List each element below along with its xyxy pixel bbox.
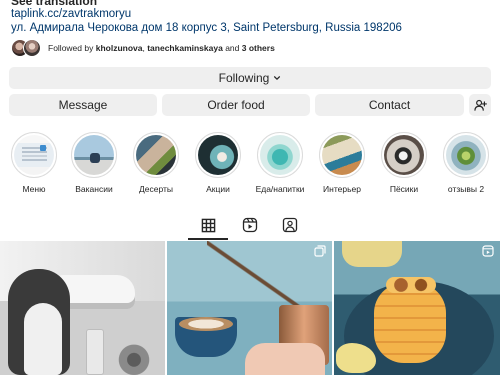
highlight-reviews-2[interactable]: отзывы 2 [435,132,497,194]
highlight-ring [133,132,179,178]
bio-link[interactable]: taplink.cc/zavtrakmoryu [11,7,131,21]
highlight-label: Меню [22,184,46,194]
highlight-cover [136,135,176,175]
followed-by-prefix: Followed by [48,43,96,53]
highlight-label: Акции [206,184,230,194]
contact-button[interactable]: Contact [315,94,464,116]
reels-icon [242,217,258,233]
post-thumbnail[interactable] [167,241,332,375]
post-image-part [110,337,158,375]
follower-username[interactable]: kholzunova [96,43,143,53]
post-image-part [374,283,446,363]
highlight-label: Еда/напитки [255,184,305,194]
highlight-cover [260,135,300,175]
highlight-ring [71,132,117,178]
followed-by-connector: and [222,43,242,53]
story-highlights: Меню Вакансии Десерты Акции Еда/напитки … [0,132,500,196]
highlight-cover [14,135,54,175]
followed-by-text: Followed by kholzunova, tanechkaminskaya… [48,43,275,53]
highlight-menu[interactable]: Меню [3,132,65,194]
grid-icon [201,218,215,232]
highlight-ring [319,132,365,178]
post-image-part [179,317,233,331]
order-food-button-label: Order food [207,98,265,112]
message-button[interactable]: Message [9,94,157,116]
post-image-part [386,277,436,293]
followed-by-others[interactable]: 3 others [242,43,275,53]
follower-username[interactable]: tanechkaminskaya [147,43,223,53]
add-user-icon [473,99,487,111]
tab-posts[interactable] [188,211,228,239]
bio-address[interactable]: ул. Адмирала Черокова дом 18 корпус 3, S… [11,21,402,35]
highlight-ring [443,132,489,178]
order-food-button[interactable]: Order food [162,94,310,116]
post-image-part [342,241,402,267]
highlight-label: отзывы 2 [447,184,485,194]
post-thumbnail[interactable] [0,241,165,375]
highlight-cover [446,135,486,175]
posts-grid [0,241,500,375]
post-image-part [24,303,62,375]
highlight-ring [195,132,241,178]
highlight-ring [257,132,303,178]
highlight-promotions[interactable]: Акции [187,132,249,194]
highlight-cover [384,135,424,175]
highlight-ring [11,132,57,178]
highlight-label: Вакансии [75,184,113,194]
active-tab-indicator [188,238,228,240]
highlight-food-drinks[interactable]: Еда/напитки [249,132,311,194]
chevron-down-icon [274,76,281,80]
highlight-label: Интерьер [323,184,361,194]
highlight-dogs[interactable]: Пёсики [373,132,435,194]
carousel-icon [314,245,326,257]
suggested-users-button[interactable] [469,94,491,116]
highlight-label: Пёсики [389,184,419,194]
following-button-label: Following [218,71,270,85]
reels-icon [482,245,494,257]
post-image-part [86,329,104,375]
tagged-icon [282,217,298,233]
followed-by-row[interactable]: Followed by kholzunova, tanechkaminskaya… [11,38,275,58]
highlight-cover [74,135,114,175]
tab-tagged[interactable] [270,211,310,239]
tab-reels[interactable] [230,211,270,239]
following-button[interactable]: Following [9,67,491,89]
highlight-desserts[interactable]: Десерты [125,132,187,194]
contact-button-label: Contact [368,98,411,112]
profile-tabs [0,211,500,240]
highlight-cover [198,135,238,175]
follower-avatar [23,39,41,57]
post-thumbnail[interactable] [334,241,500,375]
highlight-vacancies[interactable]: Вакансии [63,132,125,194]
highlight-interior[interactable]: Интерьер [311,132,373,194]
highlight-label: Десерты [138,184,173,194]
post-image-part [245,343,325,375]
highlight-ring [381,132,427,178]
message-button-label: Message [58,98,108,112]
highlight-cover [322,135,362,175]
